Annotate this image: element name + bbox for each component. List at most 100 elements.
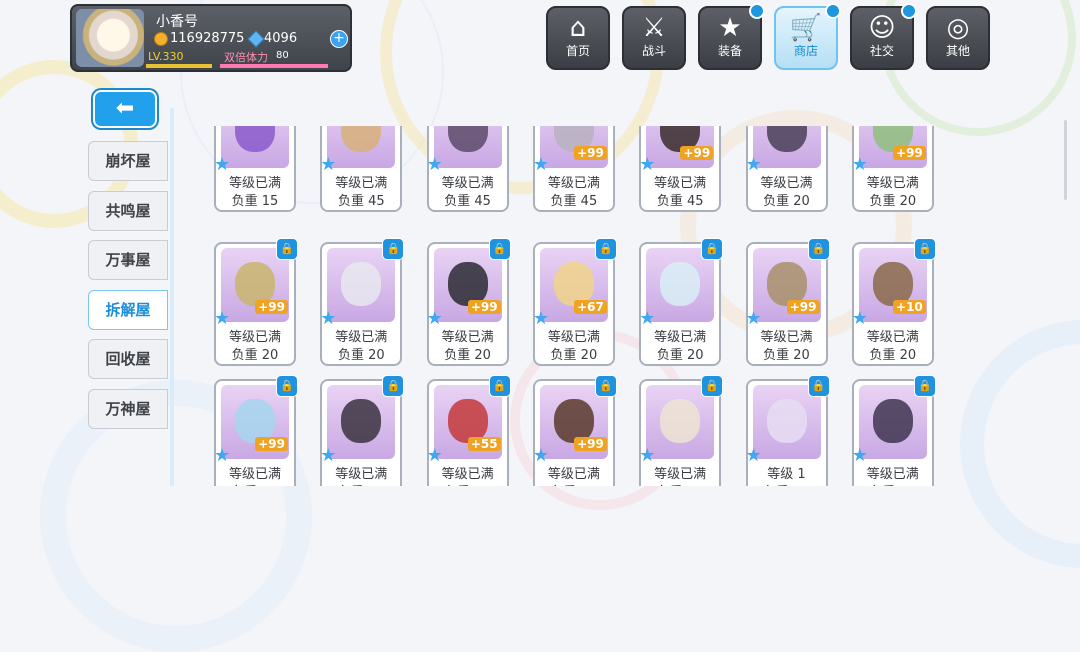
item-card[interactable]: +99 ★ 等级已满 负重 20	[851, 126, 934, 212]
nav-label: 首页	[565, 44, 590, 58]
item-level-status: 等级已满	[760, 176, 813, 191]
lock-icon[interactable]: 🔒	[701, 238, 724, 260]
background-ring	[960, 320, 1080, 568]
gem-icon	[247, 30, 265, 48]
coin-balance: 116928775	[170, 31, 245, 46]
item-card[interactable]: ★ 等级已满 负重 45	[320, 126, 403, 212]
item-card[interactable]: +99★🔒等级已满负重 20	[214, 238, 298, 366]
lock-icon[interactable]: 🔒	[594, 238, 617, 260]
item-weight: 负重 20	[656, 348, 704, 363]
nav-button-battle[interactable]: ⚔ 战斗	[622, 6, 686, 70]
item-card[interactable]: ★🔒等级已满负重 20	[320, 375, 405, 486]
quantity-tag: +99	[255, 437, 288, 451]
item-card[interactable]: ★🔒等级已满负重 20	[320, 238, 405, 366]
scrollbar[interactable]	[1064, 120, 1067, 200]
item-level-status: 等级已满	[228, 330, 281, 345]
item-level-status: 等级已满	[654, 330, 707, 345]
lock-icon[interactable]: 🔒	[913, 238, 936, 260]
item-level-status: 等级已满	[547, 467, 600, 482]
item-card[interactable]: +99★🔒等级已满负重 20	[745, 238, 830, 366]
item-card[interactable]: ★🔒等级 1负重 20	[745, 375, 830, 486]
quantity-tag: +99	[574, 146, 607, 160]
add-currency-button[interactable]: +	[330, 30, 348, 48]
item-art	[872, 399, 913, 443]
item-card[interactable]: ★ 等级已满 负重 15	[214, 126, 296, 212]
item-card[interactable]: ★ 等级已满 负重 20	[745, 126, 828, 212]
lock-icon[interactable]: 🔒	[594, 375, 617, 397]
quantity-tag: +99	[574, 437, 607, 451]
item-art	[660, 399, 701, 443]
side-tab[interactable]: 万事屋	[88, 240, 168, 280]
item-card[interactable]: +99 ★ 等级已满 负重 45	[532, 126, 615, 212]
item-weight: 负重 20	[869, 348, 917, 363]
item-card[interactable]: +99★🔒等级已满负重 20	[426, 238, 511, 366]
item-card[interactable]: ★🔒等级已满负重 20	[851, 375, 936, 486]
item-card[interactable]: ★🔒等级已满负重 20	[639, 238, 724, 366]
item-level-status: 等级 1	[767, 467, 806, 482]
quantity-tag: +99	[680, 146, 714, 160]
item-card[interactable]: +67 ★ 🔒 等级已满 负重 20	[532, 238, 617, 366]
item-weight: 负重 20	[748, 481, 826, 486]
quantity-tag: +99	[786, 300, 820, 314]
item-card[interactable]: ★🔒等级已满负重 20	[639, 375, 724, 486]
item-level-status: 等级已满	[866, 330, 919, 345]
side-tab[interactable]: 崩坏屋	[88, 141, 168, 181]
item-level-status: 等级已满	[547, 176, 600, 191]
lock-icon[interactable]: 🔒	[807, 375, 830, 397]
item-level-status: 等级已满	[441, 467, 494, 482]
item-weight: 负重 20	[763, 348, 810, 363]
home-icon: ⌂	[569, 13, 587, 43]
side-tab[interactable]: 拆解屋	[88, 289, 168, 330]
lock-icon[interactable]: 🔒	[276, 375, 298, 397]
avatar[interactable]	[76, 9, 144, 67]
side-tab[interactable]: 回收屋	[88, 339, 168, 379]
item-level-status: 等级已满	[335, 467, 388, 482]
item-card[interactable]: +99★🔒等级已满负重 20	[214, 375, 298, 486]
lock-icon[interactable]: 🔒	[382, 238, 405, 260]
item-card[interactable]: ★ 等级已满 负重 45	[426, 126, 509, 212]
notification-dot	[825, 3, 841, 19]
item-card[interactable]: +99★🔒等级已满负重 20	[532, 375, 617, 486]
lock-icon[interactable]: 🔒	[488, 238, 511, 260]
lock-icon[interactable]: 🔒	[913, 375, 936, 397]
quantity-tag: +99	[467, 300, 501, 314]
item-weight: 负重 45	[550, 194, 598, 209]
item-card[interactable]: +99 ★ 等级已满 负重 45	[639, 126, 722, 212]
stamina-label: 双倍体力	[224, 51, 268, 64]
notification-dot	[749, 3, 765, 19]
side-tab[interactable]: 万神屋	[88, 388, 168, 429]
lock-icon[interactable]: 🔒	[488, 375, 511, 397]
lock-icon[interactable]: 🔒	[807, 238, 830, 260]
item-card[interactable]: +10 ★ 🔒 等级已满 负重 20	[851, 238, 936, 366]
side-tab[interactable]: 共鸣屋	[88, 190, 168, 231]
lock-icon[interactable]: 🔒	[276, 238, 298, 260]
stamina-progress-bar	[220, 64, 328, 68]
player-profile-panel[interactable]: 小香号 116928775 4096 + LV.330 双倍体力 80	[70, 4, 352, 72]
notification-dot	[901, 3, 917, 19]
nav-button-social[interactable]: ☺ 社交	[850, 3, 917, 70]
nav-button-home[interactable]: ⌂ 首页	[546, 6, 610, 70]
item-level-status: 等级已满	[441, 176, 494, 191]
item-weight: 负重 20	[869, 194, 917, 209]
item-weight: 负重 20	[322, 481, 400, 486]
item-weight: 负重 20	[641, 481, 719, 486]
item-weight: 负重 20	[550, 348, 598, 363]
side-panel-divider	[170, 108, 174, 486]
item-level-status: 等级已满	[866, 467, 919, 482]
item-card[interactable]: +55★🔒等级已满负重 20	[426, 375, 511, 486]
item-art	[660, 262, 701, 306]
item-image	[433, 126, 502, 168]
nav-button-equipment[interactable]: ★ 装备	[698, 3, 765, 70]
item-image	[327, 126, 396, 168]
nav-button-other[interactable]: ◎ 其他	[926, 6, 990, 70]
nav-label: 战斗	[641, 44, 666, 58]
item-weight: 负重 15	[231, 194, 279, 209]
lock-icon[interactable]: 🔒	[701, 375, 724, 397]
lock-icon[interactable]: 🔒	[382, 375, 405, 397]
nav-button-shop[interactable]: 🛒 商店	[774, 3, 841, 70]
item-weight: 负重 20	[763, 194, 810, 209]
item-level-status: 等级已满	[228, 176, 281, 191]
back-button[interactable]: ⬅	[93, 90, 157, 128]
item-art	[341, 126, 382, 152]
item-art	[766, 399, 807, 443]
